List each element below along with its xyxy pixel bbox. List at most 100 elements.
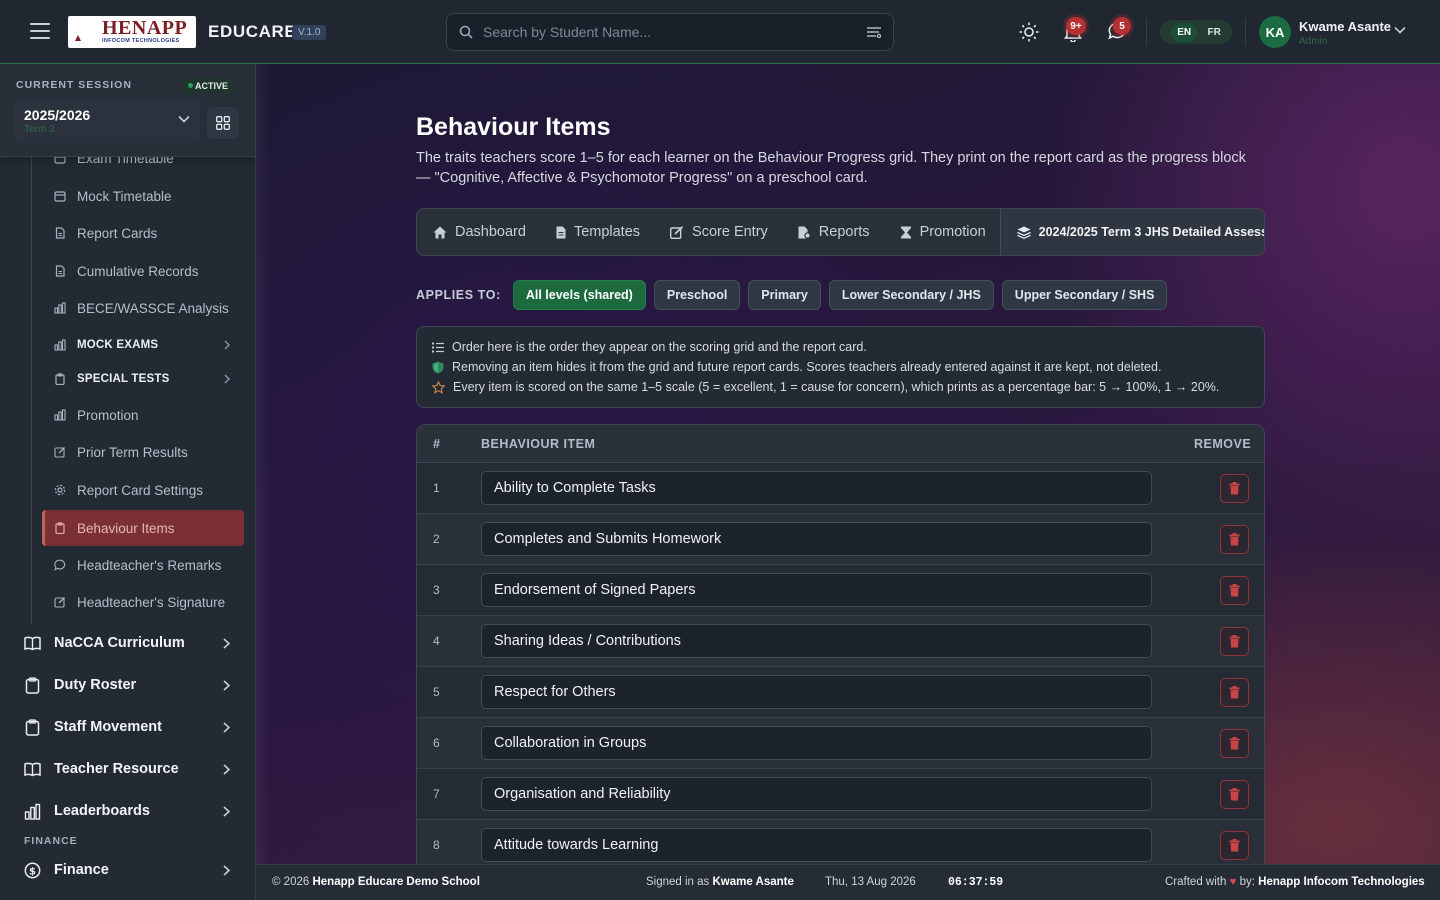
trash-icon [1229,788,1240,801]
behaviour-item-input[interactable] [481,726,1152,760]
crafted-prefix: Crafted with [1165,876,1227,888]
sidebar-item-report-cards[interactable]: Report Cards [42,216,244,250]
sidebar-item-leaderboards[interactable]: Leaderboards [12,792,244,830]
filter-icon[interactable] [867,26,881,38]
remove-item-button[interactable] [1220,627,1249,656]
version-badge: V.1.0 [292,25,327,40]
sidebar-item-label: Finance [54,862,109,878]
session-selector[interactable]: 2025/2026 Term 3 [14,99,200,143]
behaviour-item-input[interactable] [481,777,1152,811]
heart-icon: ♥ [1229,876,1237,888]
sidebar-item-prior-term-results[interactable]: Prior Term Results [42,435,244,469]
tab-label: Reports [818,224,870,240]
info-line-scale: Every item is scored on the same 1–5 sca… [432,380,1219,394]
apps-grid-button[interactable] [207,107,239,139]
footer-school-name: Henapp Educare Demo School [312,876,480,888]
behaviour-item-input[interactable] [481,675,1152,709]
page-title: Behaviour Items [416,113,611,141]
behaviour-item-input[interactable] [481,573,1152,607]
chevron-right-icon [223,722,230,733]
tab-assessment-session[interactable]: 2024/2025 Term 3 JHS Detailed Assessment [999,209,1264,255]
tab-label: Dashboard [455,224,526,240]
remove-item-button[interactable] [1220,780,1249,809]
sidebar-item-behaviour-items[interactable]: Behaviour Items [42,510,244,546]
remove-item-button[interactable] [1220,678,1249,707]
sidebar-item-promotion[interactable]: Promotion [42,398,244,432]
info-text: Every item is scored on the same 1–5 sca… [453,380,1220,394]
bar-chart-icon [24,803,41,820]
sidebar-item-headteachers-remarks[interactable]: Headteacher's Remarks [42,548,244,582]
behaviour-item-input[interactable] [481,522,1152,556]
info-line-removing: Removing an item hides it from the grid … [432,360,1161,374]
gear-icon [54,484,66,496]
table-row: 3 [417,565,1264,616]
tab-score-entry[interactable]: Score Entry [654,209,782,255]
chevron-right-icon [224,374,230,384]
sidebar-item-label: Teacher Resource [54,761,179,777]
chat-icon [54,559,66,571]
clipboard-icon [25,676,40,694]
notifications-badge: 9+ [1066,17,1086,35]
remove-item-button[interactable] [1220,474,1249,503]
sidebar-item-report-card-settings[interactable]: Report Card Settings [42,473,244,507]
brand-logo[interactable]: HENAPP INFOCOM TECHNOLOGIES [68,16,196,48]
sidebar-item-finance[interactable]: $ Finance [12,851,244,889]
sidebar-item-staff-movement[interactable]: Staff Movement [12,708,244,746]
sidebar-item-label: SPECIAL TESTS [77,373,170,385]
theme-toggle-sun-icon[interactable] [1019,22,1039,42]
search-input[interactable] [483,14,863,50]
chip-primary[interactable]: Primary [748,280,821,310]
chip-all-levels[interactable]: All levels (shared) [512,280,646,310]
sidebar-item-cumulative-records[interactable]: Cumulative Records [42,254,244,288]
chevron-right-icon [223,680,230,691]
chip-lower-secondary[interactable]: Lower Secondary / JHS [828,280,994,310]
sidebar-item-special-tests[interactable]: SPECIAL TESTS [42,362,244,396]
clipboard-icon [55,522,65,534]
column-header-number: # [433,437,441,451]
menu-icon[interactable] [30,23,50,41]
behaviour-item-input[interactable] [481,828,1152,862]
remove-item-button[interactable] [1220,576,1249,605]
session-term: Term 3 [24,124,55,135]
table-row: 4 [417,616,1264,667]
chevron-down-icon[interactable] [1394,26,1406,34]
sidebar-item-label: Mock Timetable [77,188,172,204]
table-row: 7 [417,769,1264,820]
table-row: 6 [417,718,1264,769]
chip-upper-secondary[interactable]: Upper Secondary / SHS [1001,280,1168,310]
sidebar-item-headteachers-signature[interactable]: Headteacher's Signature [42,585,244,619]
row-number: 5 [433,685,440,699]
sidebar-item-mock-timetable[interactable]: Mock Timetable [42,179,244,213]
remove-item-button[interactable] [1220,729,1249,758]
sidebar-item-mock-exams[interactable]: MOCK EXAMS [42,328,244,362]
remove-item-button[interactable] [1220,525,1249,554]
lang-en-button[interactable]: EN [1171,22,1198,42]
chip-preschool[interactable]: Preschool [653,280,741,310]
tab-dashboard[interactable]: Dashboard [417,209,540,255]
sidebar-item-nacca-curriculum[interactable]: NaCCA Curriculum [12,624,244,662]
behaviour-item-input[interactable] [481,471,1152,505]
row-number: 8 [433,838,440,852]
trash-icon [1229,482,1240,495]
sidebar-item-label: NaCCA Curriculum [54,635,185,651]
sidebar-item-label: BECE/WASSCE Analysis [77,300,229,316]
user-name[interactable]: Kwame Asante [1299,19,1391,34]
document-icon [55,265,65,277]
signed-in-prefix: Signed in as [646,876,710,888]
chevron-right-icon [223,865,230,876]
table-row: 2 [417,514,1264,565]
avatar[interactable]: KA [1259,16,1291,48]
tab-reports[interactable]: Reports [782,209,884,255]
clipboard-icon [25,718,40,736]
sidebar-item-bece-wassce-analysis[interactable]: BECE/WASSCE Analysis [42,291,244,325]
remove-item-button[interactable] [1220,831,1249,860]
sidebar-item-teacher-resource[interactable]: Teacher Resource [12,750,244,788]
tab-promotion[interactable]: Promotion [884,209,1000,255]
tab-templates[interactable]: Templates [540,209,654,255]
trash-icon [1229,686,1240,699]
tab-label: Promotion [919,224,986,240]
lang-fr-button[interactable]: FR [1207,27,1220,38]
chevron-down-icon [178,115,190,123]
behaviour-item-input[interactable] [481,624,1152,658]
sidebar-item-duty-roster[interactable]: Duty Roster [12,666,244,704]
